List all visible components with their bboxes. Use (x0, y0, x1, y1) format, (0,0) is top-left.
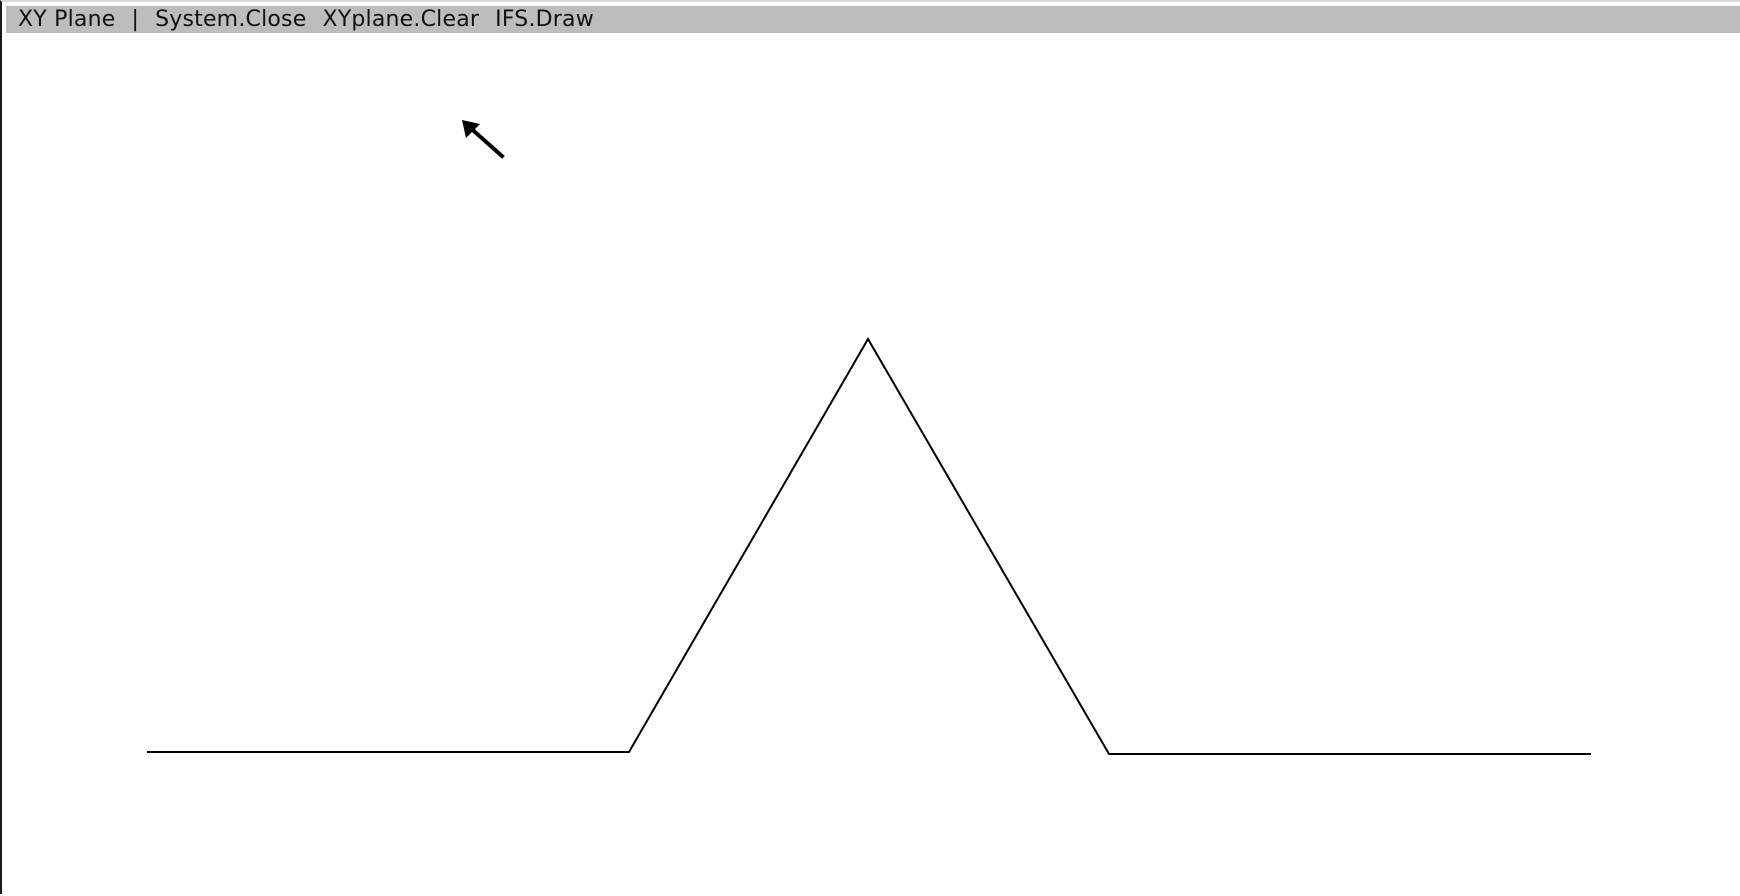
title-bar: XY Plane | System.Close XYplane.Clear IF… (6, 6, 1740, 33)
system-close-command[interactable]: System.Close (155, 6, 306, 33)
ifs-draw-command[interactable]: IFS.Draw (495, 6, 594, 33)
title-separator: | (131, 7, 140, 32)
xy-plane-viewer: XY Plane | System.Close XYplane.Clear IF… (0, 0, 1740, 894)
arrow-cursor-icon (462, 120, 505, 159)
viewer-title: XY Plane (18, 7, 116, 32)
drawing-canvas[interactable] (4, 33, 1740, 896)
xyplane-clear-command[interactable]: XYplane.Clear (322, 6, 479, 33)
koch-curve (147, 337, 1591, 755)
